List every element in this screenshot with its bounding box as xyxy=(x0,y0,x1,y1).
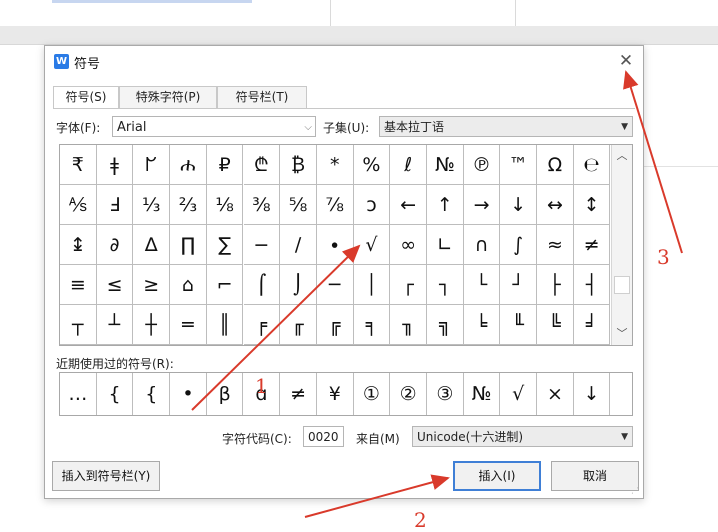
annotation-arrows xyxy=(191,70,683,518)
annotation-arrow-3 xyxy=(623,70,683,254)
annotation-label-3: 3 xyxy=(657,245,670,269)
annotation-arrow-1 xyxy=(191,244,361,411)
annotation-label-1: 1 xyxy=(255,374,268,398)
annotation-label-2: 2 xyxy=(414,508,427,532)
